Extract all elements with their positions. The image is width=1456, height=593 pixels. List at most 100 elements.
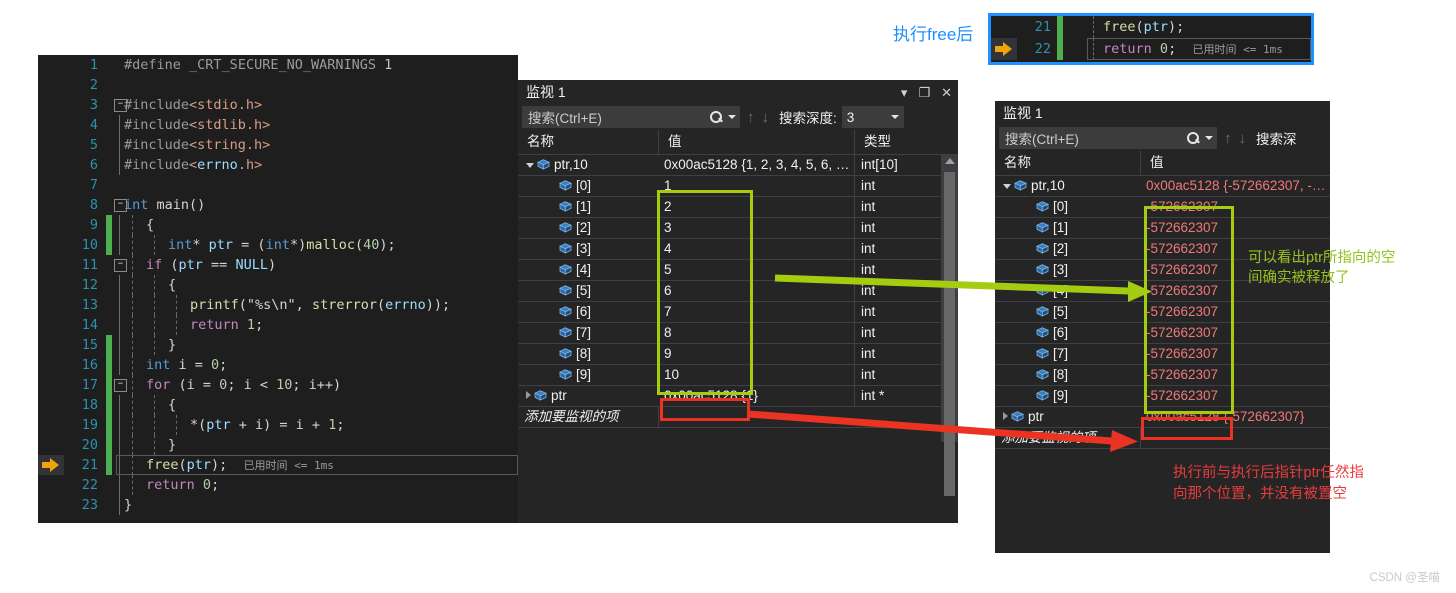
watch-row-name[interactable]: ptr,10 (995, 176, 1140, 197)
watch-row[interactable]: [2] 3 int (518, 217, 958, 239)
watch-row-name[interactable]: ptr (518, 386, 658, 407)
column-header-value[interactable]: 值 (658, 130, 854, 154)
search-options-chevron-icon[interactable] (1205, 136, 1213, 140)
watch-row[interactable]: [1] -572662307 (995, 218, 1330, 239)
watch-row[interactable]: ptr,10 0x00ac5128 {1, 2, 3, 4, 5, 6, … int… (518, 154, 958, 176)
watch-row-name[interactable]: [3] (995, 260, 1140, 281)
code-line[interactable]: 21 free(ptr); 已用时间 <= 1ms (38, 455, 518, 475)
watch-row[interactable]: [3] 4 int (518, 238, 958, 260)
watch-row[interactable]: [5] -572662307 (995, 302, 1330, 323)
code-line[interactable]: 12 { (38, 275, 518, 295)
watch-row[interactable]: [0] -572662307 (995, 197, 1330, 218)
watch-row[interactable]: [9] -572662307 (995, 386, 1330, 407)
watch-row-value[interactable]: 8 (658, 323, 854, 344)
code-line[interactable]: 6 #include<errno.h> (38, 155, 518, 175)
watch-row-value[interactable]: -572662307 (1140, 302, 1330, 323)
watch-row-name[interactable]: [4] (995, 281, 1140, 302)
column-header-type[interactable]: 类型 (854, 130, 941, 154)
add-watch-item-row[interactable]: 添加要监视的项 (518, 407, 958, 428)
watch-row-name[interactable]: [7] (995, 344, 1140, 365)
search-icon[interactable] (1186, 131, 1201, 146)
watch-window-before[interactable]: 监视 1 ▾ ❐ ✕ 搜索(Ctrl+E) ↑ ↓ 搜索深度: 3 名称 值 类… (518, 80, 958, 523)
watch-row-name[interactable]: [6] (995, 323, 1140, 344)
watch-row-value[interactable]: -572662307 (1140, 197, 1330, 218)
close-icon[interactable]: ✕ (941, 86, 952, 99)
code-editor[interactable]: 1 #define _CRT_SECURE_NO_WARNINGS 1 2 3− #in… (38, 55, 518, 523)
code-line[interactable]: 11 − if (ptr == NULL) (38, 255, 518, 275)
watch-row-name[interactable]: [9] (518, 365, 658, 386)
watch-row-value[interactable]: -572662307 (1140, 365, 1330, 386)
watch-row-name[interactable]: [6] (518, 302, 658, 323)
watch-row[interactable]: [8] -572662307 (995, 365, 1330, 386)
prev-match-icon[interactable]: ↑ (1224, 130, 1232, 147)
watch-row-value[interactable]: -572662307 (1140, 386, 1330, 407)
watch-row-value[interactable]: -572662307 (1140, 344, 1330, 365)
watch-row-value[interactable]: -572662307 (1140, 323, 1330, 344)
search-icon[interactable] (709, 110, 724, 125)
watch-row-value[interactable]: -572662307 (1140, 218, 1330, 239)
code-line[interactable]: 1 #define _CRT_SECURE_NO_WARNINGS 1 (38, 55, 518, 75)
watch-before-scrollbar[interactable] (941, 154, 958, 496)
code-line[interactable]: 18 { (38, 395, 518, 415)
code-line[interactable]: 20} (38, 435, 518, 455)
code-line[interactable]: 10 int* ptr = (int*)malloc(40); (38, 235, 518, 255)
watch-row-name[interactable]: [9] (995, 386, 1140, 407)
code-line[interactable]: 2 (38, 75, 518, 95)
code-line[interactable]: 9{ (38, 215, 518, 235)
watch-row-value[interactable]: 9 (658, 344, 854, 365)
watch-row[interactable]: [5] 6 int (518, 280, 958, 302)
expander-expand-icon[interactable] (526, 390, 531, 399)
column-header-value[interactable]: 值 (1140, 151, 1330, 175)
search-options-chevron-icon[interactable] (728, 115, 736, 119)
watch-row-name[interactable]: [5] (995, 302, 1140, 323)
code-line[interactable]: 13 printf("%s\n", strerror(errno)); (38, 295, 518, 315)
scroll-up-icon[interactable] (945, 158, 955, 164)
watch-row-name[interactable]: [4] (518, 260, 658, 281)
expander-collapse-icon[interactable] (1003, 183, 1011, 189)
watch-row-name[interactable]: [3] (518, 239, 658, 260)
watch-row-value[interactable]: 5 (658, 260, 854, 281)
code-line[interactable]: 22 return 0; (38, 475, 518, 495)
watch-row-name[interactable]: [1] (518, 197, 658, 218)
search-depth-select[interactable]: 3 (841, 106, 904, 128)
expander-collapse-icon[interactable] (526, 162, 534, 168)
add-watch-item-row[interactable]: 添加要监视的项 (995, 428, 1330, 449)
watch-row[interactable]: [8] 9 int (518, 343, 958, 365)
fold-toggle-icon[interactable]: − (114, 379, 127, 392)
code-line[interactable]: 14 return 1; (38, 315, 518, 335)
watch-row-name[interactable]: [7] (518, 323, 658, 344)
watch-row[interactable]: [0] 1 int (518, 175, 958, 197)
watch-row-value[interactable]: 6 (658, 281, 854, 302)
chevron-down-icon[interactable] (890, 115, 899, 119)
watch-row-name[interactable]: [5] (518, 281, 658, 302)
watch-row-name[interactable]: [8] (518, 344, 658, 365)
watch-row-name[interactable]: [8] (995, 365, 1140, 386)
column-header-name[interactable]: 名称 (518, 130, 658, 154)
next-match-icon[interactable]: ↓ (762, 109, 770, 126)
watch-row[interactable]: [7] 8 int (518, 322, 958, 344)
watch-row[interactable]: [9] 10 int (518, 364, 958, 386)
watch-row[interactable]: [4] 5 int (518, 259, 958, 281)
watch-row[interactable]: ptr,10 0x00ac5128 {-572662307, -… (995, 176, 1330, 197)
watch-row-name[interactable]: [1] (995, 218, 1140, 239)
code-line[interactable]: 16 int i = 0; (38, 355, 518, 375)
watch-row-value[interactable]: 7 (658, 302, 854, 323)
watch-row-value[interactable]: 0x00ac5128 {1, 2, 3, 4, 5, 6, … (658, 155, 854, 176)
code-line[interactable]: 8− int main() (38, 195, 518, 215)
column-header-name[interactable]: 名称 (995, 151, 1140, 175)
watch-row[interactable]: [1] 2 int (518, 196, 958, 218)
fold-toggle-icon[interactable]: − (114, 259, 127, 272)
watch-row-value[interactable]: 10 (658, 365, 854, 386)
code-line[interactable]: 19 *(ptr + i) = i + 1; (38, 415, 518, 435)
watch-row-name[interactable]: [2] (995, 239, 1140, 260)
watch-row-value[interactable]: 0x00ac5128 {-572662307} (1140, 407, 1330, 428)
search-input[interactable]: 搜索(Ctrl+E) (522, 106, 740, 128)
watch-row-value[interactable]: 2 (658, 197, 854, 218)
watch-row[interactable]: [6] 7 int (518, 301, 958, 323)
chevron-down-icon[interactable]: ▾ (901, 86, 908, 99)
watch-row[interactable]: [7] -572662307 (995, 344, 1330, 365)
watch-row-name[interactable]: [2] (518, 218, 658, 239)
watch-row-value[interactable]: 1 (658, 176, 854, 197)
search-input[interactable]: 搜索(Ctrl+E) (999, 127, 1217, 149)
watch-row-value[interactable]: 0x00ac5128 {1} (658, 386, 854, 407)
